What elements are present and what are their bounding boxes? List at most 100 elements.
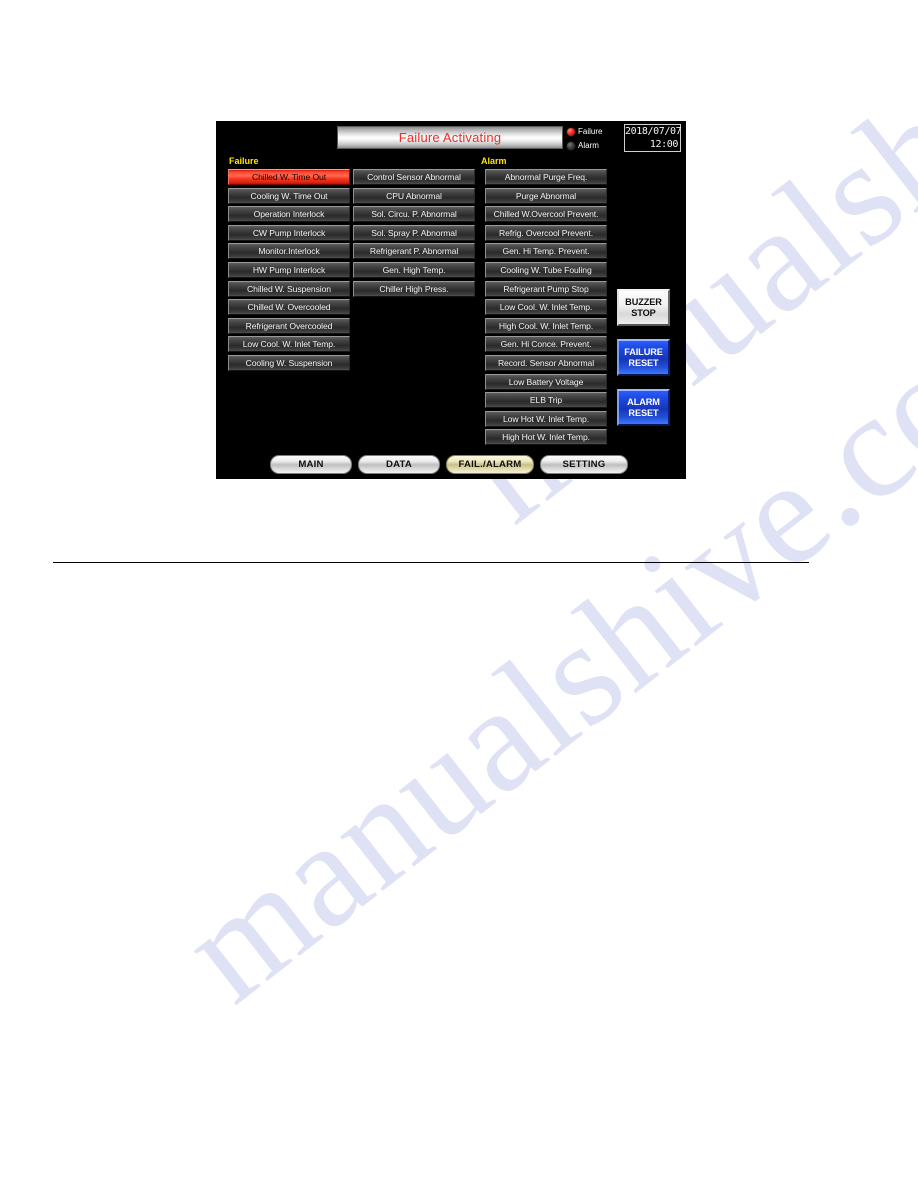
status-title-bar: Failure Activating [337,126,563,149]
indicator-failure: Failure [566,125,622,138]
alarm-item[interactable]: Abnormal Purge Freq. [485,169,607,185]
failure-section-label: Failure [229,156,259,166]
alarm-item[interactable]: High Cool. W. Inlet Temp. [485,317,607,334]
alarm-item[interactable]: Cooling W. Tube Fouling [485,261,607,278]
failure-item-label: Refrigerant Overcooled [245,320,333,331]
failure-item[interactable]: CPU Abnormal [353,187,475,204]
tab-main[interactable]: MAIN [270,455,352,474]
alarm-item-label: Low Battery Voltage [508,376,584,387]
alarm-item[interactable]: High Hot W. Inlet Temp. [485,429,607,446]
action-button-label: RESET [628,407,659,418]
failure-item[interactable]: Chilled W. Suspension [228,280,350,297]
alarm-item[interactable]: ELB Trip [485,392,607,409]
alarm-item-label: Purge Abnormal [515,190,577,201]
alarm-item[interactable]: Gen. Hi Temp. Prevent. [485,243,607,260]
alarm-item-label: ELB Trip [529,395,563,406]
alarm-reset-button[interactable]: ALARM RESET [617,389,670,426]
failure-item[interactable]: Monitor.Interlock [228,243,350,260]
failure-item[interactable]: Sol. Spray P. Abnormal [353,224,475,241]
alarm-item[interactable]: Record. Sensor Abnormal [485,354,607,371]
failure-item-label: Monitor.Interlock [258,246,320,257]
failure-item-label: Refrigerant P. Abnormal [369,246,459,257]
alarm-item[interactable]: Chilled W.Overcool Prevent. [485,206,607,223]
action-button-label: ALARM [627,396,660,407]
hmi-screen-panel: Failure Activating Failure Alarm 2018/07… [216,121,686,479]
alarm-section-label: Alarm [481,156,507,166]
failure-item[interactable]: Refrigerant Overcooled [228,317,350,334]
bottom-tab-bar: MAIN DATA FAIL./ALARM SETTING [270,455,634,476]
failure-item-label: Chilled W. Suspension [247,283,331,294]
date-text: 2018/07/07 [625,126,682,137]
failure-lamp-icon [566,126,576,137]
alarm-item-label: Cooling W. Tube Fouling [500,264,592,275]
failure-item-label: Gen. High Temp. [382,264,446,275]
alarm-list-column: Abnormal Purge Freq. Purge Abnormal Chille… [485,169,607,448]
alarm-item-label: Low Hot W. Inlet Temp. [502,413,589,424]
tab-label: DATA [385,459,413,470]
alarm-item[interactable]: Low Hot W. Inlet Temp. [485,410,607,427]
indicator-alarm: Alarm [566,139,622,152]
failure-item[interactable]: Gen. High Temp. [353,261,475,278]
buzzer-stop-button[interactable]: BUZZER STOP [617,289,670,326]
alarm-lamp-icon [566,140,576,151]
failure-item[interactable]: Sol. Circu. P. Abnormal [353,206,475,223]
failure-item[interactable]: Refrigerant P. Abnormal [353,243,475,260]
tab-data[interactable]: DATA [358,455,440,474]
alarm-item[interactable]: Refrigerant Pump Stop [485,280,607,297]
failure-item[interactable]: Low Cool. W. Inlet Temp. [228,336,350,353]
failure-item-label: Sol. Spray P. Abnormal [371,227,457,238]
alarm-item-label: Abnormal Purge Freq. [504,172,588,182]
failure-item[interactable]: Cooling W. Suspension [228,354,350,371]
failure-item-label: Control Sensor Abnormal [367,172,461,182]
failure-item[interactable]: Cooling W. Time Out [228,187,350,204]
alarm-item-label: Refrig. Overcool Prevent. [499,227,593,238]
tab-label: SETTING [562,459,606,470]
tab-label: FAIL./ALARM [458,459,522,470]
action-button-label: RESET [628,357,659,368]
failure-item[interactable]: Chilled W. Overcooled [228,299,350,316]
alarm-item-label: High Hot W. Inlet Temp. [502,432,590,443]
time-text: 12:00 [649,139,679,150]
failure-list-column-2: Control Sensor Abnormal CPU Abnormal Sol. … [353,169,475,299]
status-title-text: Failure Activating [398,130,502,145]
alarm-item-label: Gen. Hi Conce. Prevent. [500,339,592,350]
action-button-label: STOP [631,307,656,318]
failure-item-label: Sol. Circu. P. Abnormal [371,209,457,220]
failure-item-label: Operation Interlock [253,209,325,220]
datetime-display: 2018/07/07 12:00 [624,124,682,152]
failure-item[interactable]: Operation Interlock [228,206,350,223]
action-button-label: BUZZER [625,296,662,307]
tab-fail-alarm[interactable]: FAIL./ALARM [446,455,534,474]
alarm-item-label: Chilled W.Overcool Prevent. [493,209,599,220]
failure-reset-button[interactable]: FAILURE RESET [617,339,670,376]
failure-item-label: HW Pump Interlock [252,264,326,275]
page-divider-rule [53,562,809,563]
alarm-item[interactable]: Refrig. Overcool Prevent. [485,224,607,241]
alarm-lamp-label: Alarm [578,141,599,150]
tab-label: MAIN [298,459,324,470]
failure-item[interactable]: Chiller High Press. [353,280,475,297]
hmi-header: Failure Activating Failure Alarm 2018/07… [216,121,686,154]
failure-item-label: Cooling W. Time Out [250,190,328,201]
alarm-item-label: Gen. Hi Temp. Prevent. [502,246,590,257]
failure-item-label: Cooling W. Suspension [245,357,333,368]
indicator-lamp-group: Failure Alarm [566,125,622,152]
tab-setting[interactable]: SETTING [540,455,628,474]
failure-item-label: CPU Abnormal [386,190,442,201]
alarm-item[interactable]: Gen. Hi Conce. Prevent. [485,336,607,353]
alarm-item[interactable]: Low Battery Voltage [485,373,607,390]
action-button-group: BUZZER STOP FAILURE RESET ALARM RESET [617,289,673,439]
alarm-item-label: Refrigerant Pump Stop [503,283,589,294]
alarm-item-label: Low Cool. W. Inlet Temp. [499,302,593,313]
alarm-item-label: Record. Sensor Abnormal [497,357,595,368]
failure-item[interactable]: Chilled W. Time Out [228,169,350,185]
failure-item[interactable]: HW Pump Interlock [228,261,350,278]
alarm-item-label: High Cool. W. Inlet Temp. [498,320,594,331]
failure-lamp-label: Failure [578,127,603,136]
failure-item[interactable]: Control Sensor Abnormal [353,169,475,185]
failure-item-label: CW Pump Interlock [252,227,326,238]
alarm-item[interactable]: Purge Abnormal [485,187,607,204]
failure-item[interactable]: CW Pump Interlock [228,224,350,241]
failure-item-label: Chiller High Press. [379,283,449,294]
alarm-item[interactable]: Low Cool. W. Inlet Temp. [485,299,607,316]
